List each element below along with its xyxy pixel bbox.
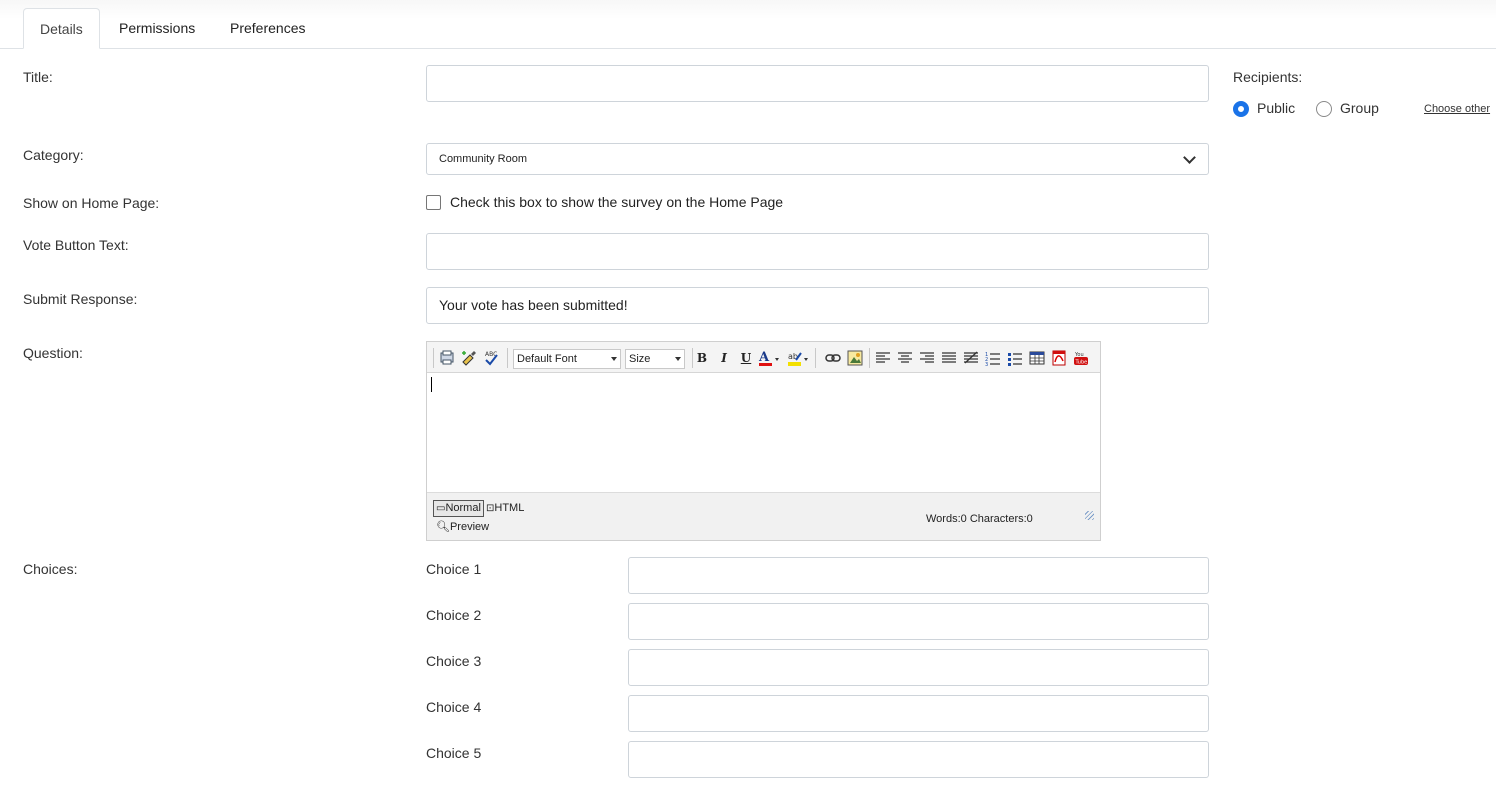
word-character-count: Words:0 Characters:0 — [926, 513, 1033, 525]
toolbar-separator — [869, 348, 870, 368]
toolbar-separator — [692, 348, 693, 368]
radio-public-label: Public — [1257, 100, 1296, 116]
question-edit-area[interactable] — [427, 373, 1100, 492]
table-icon[interactable] — [1029, 350, 1045, 366]
image-icon[interactable] — [847, 350, 863, 366]
choice-5-label: Choice 5 — [426, 745, 482, 761]
editor-footer: ▭Normal ⊡HTML 🔍︎Preview Words:0 Characte… — [427, 492, 1100, 540]
align-left-icon[interactable] — [875, 350, 891, 366]
tab-label: Details — [40, 21, 83, 37]
font-select[interactable]: Default Font — [513, 349, 621, 369]
radio-group[interactable] — [1316, 101, 1332, 117]
svg-text:3: 3 — [985, 362, 988, 366]
editor-toolbar: ABC Default Font Size B I U A ab 1 2 3 Y… — [427, 342, 1100, 373]
bold-icon[interactable]: B — [694, 350, 710, 366]
choose-other-link[interactable]: Choose other — [1424, 103, 1490, 115]
choice-2-input[interactable] — [628, 603, 1209, 640]
title-label: Title: — [23, 69, 53, 85]
radio-public[interactable] — [1233, 101, 1249, 117]
tab-permissions[interactable]: Permissions — [103, 8, 211, 49]
choice-5-input[interactable] — [628, 741, 1209, 778]
mode-normal-button[interactable]: ▭Normal — [433, 500, 484, 517]
align-right-icon[interactable] — [919, 350, 935, 366]
italic-icon[interactable]: I — [716, 350, 732, 366]
radio-group-label: Group — [1340, 100, 1379, 116]
mode-preview-button[interactable]: 🔍︎Preview — [436, 520, 489, 534]
underline-icon[interactable]: U — [738, 350, 754, 366]
choice-4-input[interactable] — [628, 695, 1209, 732]
choice-3-input[interactable] — [628, 649, 1209, 686]
choice-2-label: Choice 2 — [426, 607, 482, 623]
size-select[interactable]: Size — [625, 349, 685, 369]
tab-preferences[interactable]: Preferences — [214, 8, 321, 49]
magnifier-icon: 🔍︎ — [436, 521, 450, 533]
tab-label: Permissions — [119, 20, 196, 36]
size-select-value: Size — [629, 353, 651, 365]
bullet-list-icon[interactable] — [1007, 350, 1023, 366]
spellcheck-icon[interactable]: ABC — [483, 350, 499, 366]
choices-label: Choices: — [23, 561, 78, 577]
text-caret — [431, 377, 432, 392]
submit-response-label: Submit Response: — [23, 291, 138, 307]
tab-details[interactable]: Details — [23, 8, 100, 49]
show-home-checkbox-label[interactable]: Check this box to show the survey on the… — [450, 194, 783, 210]
highlight-color-icon[interactable]: ab — [787, 350, 809, 366]
toolbar-separator — [507, 348, 508, 368]
resize-grip-icon[interactable] — [1085, 511, 1094, 520]
font-color-icon[interactable]: A — [758, 350, 780, 366]
characters-count: Characters:0 — [969, 513, 1033, 525]
strike-lines-icon[interactable] — [963, 350, 979, 366]
title-input[interactable] — [426, 65, 1209, 102]
print-icon[interactable] — [439, 350, 455, 366]
caret-down-icon — [611, 357, 617, 361]
toolbar-separator — [815, 348, 816, 368]
submit-response-input[interactable]: Your vote has been submitted! — [426, 287, 1209, 324]
svg-text:A: A — [758, 350, 770, 365]
mode-html-label: HTML — [494, 502, 525, 514]
pdf-icon[interactable] — [1051, 350, 1067, 366]
vote-button-label: Vote Button Text: — [23, 237, 129, 253]
align-justify-icon[interactable] — [941, 350, 957, 366]
question-editor: ABC Default Font Size B I U A ab 1 2 3 Y… — [426, 341, 1101, 541]
recipients-label: Recipients: — [1233, 69, 1303, 85]
numbered-list-icon[interactable]: 123 — [985, 350, 1001, 368]
mode-preview-label: Preview — [449, 521, 490, 533]
words-count: Words:0 — [926, 513, 967, 525]
choice-3-label: Choice 3 — [426, 653, 482, 669]
svg-text:Tube: Tube — [1075, 360, 1088, 366]
chevron-down-icon — [1183, 151, 1196, 164]
category-label: Category: — [23, 147, 84, 163]
choice-4-label: Choice 4 — [426, 699, 482, 715]
vote-button-input[interactable] — [426, 233, 1209, 270]
show-home-checkbox[interactable] — [426, 195, 441, 210]
mode-html-button[interactable]: ⊡HTML — [486, 501, 524, 516]
align-center-icon[interactable] — [897, 350, 913, 366]
caret-down-icon — [675, 357, 681, 361]
submit-response-input-value: Your vote has been submitted! — [439, 297, 628, 313]
show-home-label: Show on Home Page: — [23, 195, 160, 211]
link-icon[interactable] — [825, 350, 841, 366]
toolbar-separator — [433, 348, 434, 368]
clean-format-icon[interactable] — [461, 350, 477, 366]
mode-normal-label: Normal — [445, 502, 481, 514]
category-select-value: Community Room — [439, 153, 528, 165]
question-label: Question: — [23, 345, 83, 361]
tab-label: Preferences — [230, 20, 306, 36]
choice-1-label: Choice 1 — [426, 561, 482, 577]
category-select[interactable]: Community Room — [426, 143, 1209, 175]
choice-1-input[interactable] — [628, 557, 1209, 594]
youtube-icon[interactable]: You Tube — [1073, 350, 1089, 366]
font-select-value: Default Font — [517, 353, 577, 365]
tab-bar: Details Permissions Preferences — [0, 0, 1496, 49]
